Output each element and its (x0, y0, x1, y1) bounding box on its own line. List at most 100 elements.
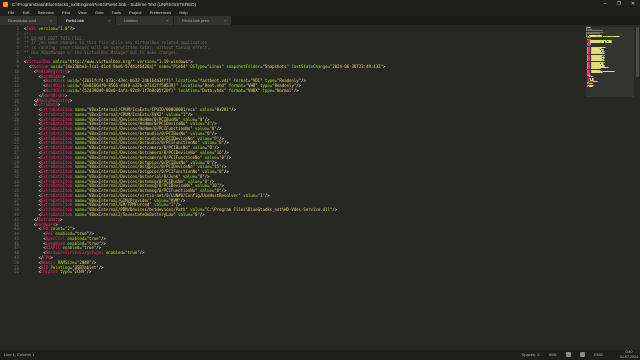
code-token: /> (223, 169, 229, 175)
minimap-stroke (592, 84, 594, 86)
code-token: /> (223, 140, 229, 146)
minimap-stroke (589, 37, 591, 39)
tab-pie64-bbb[interactable]: Pie64.bbb ✕ (58, 16, 116, 25)
code-token: "Linux" (207, 64, 224, 70)
code-token: OSType (187, 64, 205, 70)
minimap-stroke (614, 70, 615, 72)
minimap-stroke (590, 44, 591, 46)
code-token: "Pie64" (170, 64, 188, 70)
minimap-stroke (603, 51, 605, 53)
minimap-stroke (600, 68, 601, 70)
code-token: /> (293, 88, 299, 93)
code-token: /> (199, 212, 205, 218)
code-token: snapshotFolder (223, 64, 261, 70)
code-token: value (197, 107, 212, 113)
tab-pie64-bbb-prev[interactable]: Pie64.bbb.prev ✕ (174, 16, 232, 25)
code-token: value (175, 212, 191, 218)
code-line: ** Use VBoxManage or the VirtualBox Mana… (24, 49, 179, 56)
code-line: <Machine uuid="{4e23bbe3-7ca1-41c4-9ae6-… (24, 64, 386, 70)
code-editor[interactable]: <?xml version="1.0"?> <!-- ** DO NOT EDIT … (24, 25, 584, 350)
tab-close-icon[interactable]: ✕ (50, 16, 53, 25)
window-titlebar: C:\ProgramData\BlueStacks_nxt\Engine\Pie… (0, 0, 640, 9)
code-token: Chipset (40, 269, 58, 275)
code-token: "true" (125, 250, 140, 256)
minimap-stroke (593, 78, 594, 80)
minimap[interactable] (586, 27, 634, 87)
minimap-stroke (611, 39, 612, 41)
code-token: /> (180, 197, 186, 203)
minimap-stroke (602, 70, 615, 72)
minimap-stroke (602, 71, 603, 73)
tab-close-icon[interactable]: ✕ (224, 16, 227, 25)
menu-preferences[interactable]: Preferences (150, 10, 172, 15)
minimap-stroke (596, 81, 598, 83)
menu-edit[interactable]: Edit (23, 10, 30, 15)
maximize-button[interactable]: ❐ (612, 0, 626, 9)
minimap-stroke (608, 67, 609, 69)
vertical-scrollbar[interactable] (636, 27, 639, 77)
code-token: /> (301, 78, 306, 84)
code-token: "{4e23bbe3-7ca1-41c4-9ae6-5744146426a}" (62, 64, 157, 70)
minimap-stroke (604, 54, 605, 56)
code-token: "Data.vhdx" (199, 88, 227, 93)
menu-view[interactable]: View (78, 10, 87, 15)
minimap-stroke (618, 36, 620, 38)
code-token: "Normal" (274, 88, 294, 93)
code-token: "Snapshots" (262, 64, 290, 70)
network-icon[interactable] (565, 352, 571, 358)
tab-untitled[interactable]: Untitled ✕ (116, 16, 174, 25)
line-number: 52 (14, 269, 19, 275)
system-clock[interactable]: 0:40 01.07.2024 (612, 350, 638, 359)
code-token: value (240, 192, 256, 198)
code-token: "0x201" (214, 107, 232, 113)
indentation-setting[interactable]: Spaces: 2 (522, 350, 540, 360)
minimap-stroke (590, 27, 591, 28)
code-token: "VHDX" (245, 88, 261, 93)
menu-tools[interactable]: Tools (112, 10, 121, 15)
code-token: /> (86, 269, 92, 275)
menu-bar: File Edit Selection Find View Goto Tools… (0, 9, 640, 16)
menu-find[interactable]: Find (62, 10, 70, 15)
menu-help[interactable]: Help (179, 10, 187, 15)
code-token: < (24, 269, 41, 275)
code-token: "ICH9" (72, 269, 87, 275)
minimap-stroke (604, 58, 605, 60)
code-token: > (69, 97, 73, 103)
minimap-stroke (589, 73, 590, 74)
tab-bluestacks-conf[interactable]: Bluestacks.conf ✕ (0, 16, 58, 25)
code-token: location (175, 88, 198, 93)
minimap-stroke (591, 41, 600, 43)
code-token: type (57, 269, 70, 275)
code-token: > (382, 64, 386, 70)
code-token: version (36, 26, 56, 31)
code-token: /> (226, 154, 232, 160)
minimap-stroke (591, 71, 600, 73)
menu-project[interactable]: Project (129, 10, 141, 15)
minimize-button[interactable]: – (598, 0, 612, 9)
code-token: "1" (257, 192, 265, 198)
minimap-stroke (604, 61, 605, 63)
code-token: "VBoxInternal2/SavestateOnBatteryLow" (86, 212, 176, 218)
tab-close-icon[interactable]: ✕ (166, 16, 169, 25)
close-button[interactable]: ✕ (626, 0, 640, 9)
tab-close-icon[interactable]: ✕ (108, 16, 111, 25)
code-token: lastStateChange (289, 64, 328, 70)
code-token: "2024-06-30T23:49:43Z" (329, 64, 383, 70)
code-token: "0" (216, 169, 224, 175)
code-token: HardwareVirtExLargePages (45, 250, 104, 256)
code-token: name (72, 212, 85, 218)
status-right: Spaces: 2 XML ENG 0:40 01.07.2024 (514, 350, 638, 360)
menu-file[interactable]: File (8, 10, 14, 15)
code-token: /> (231, 107, 236, 113)
tab-label: Untitled (124, 18, 138, 23)
clock-date: 01.07.2024 (620, 354, 638, 359)
menu-goto[interactable]: Goto (95, 10, 104, 15)
code-token: ?> (69, 26, 75, 31)
syntax-setting[interactable]: XML (549, 350, 557, 360)
code-token: format (226, 88, 244, 93)
keyboard-language[interactable]: ENG (594, 350, 603, 360)
code-token: ** Use VBoxManage or the VirtualBox Mana… (24, 49, 179, 55)
menu-selection[interactable]: Selection (38, 10, 54, 15)
code-token: /> (332, 207, 338, 213)
volume-icon[interactable] (580, 352, 586, 358)
